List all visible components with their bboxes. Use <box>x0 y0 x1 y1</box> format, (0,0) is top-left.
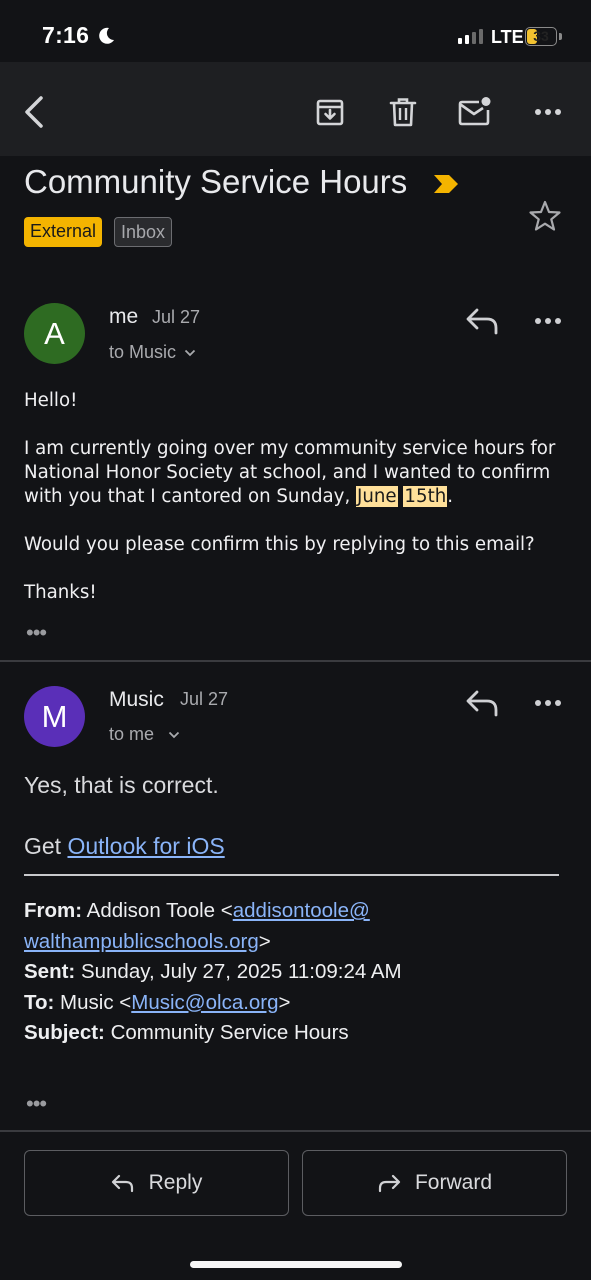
more-options-button[interactable] <box>530 92 566 132</box>
greeting: Hello! <box>24 390 78 411</box>
signal-icon <box>458 29 483 44</box>
moon-icon <box>99 27 114 44</box>
quoted-from: From: Addison Toole <addisontoole@ waltha… <box>24 899 370 953</box>
toolbar <box>0 62 591 156</box>
battery-percent: 33 <box>533 28 549 44</box>
chevron-down-icon <box>184 349 196 356</box>
back-button[interactable] <box>16 92 52 132</box>
recipients-text: to me <box>109 724 155 744</box>
avatar[interactable]: M <box>24 686 85 747</box>
signature: Get Outlook for iOS <box>24 833 225 859</box>
actions-divider <box>0 1130 591 1132</box>
forward-button[interactable]: Forward <box>302 1150 567 1216</box>
battery-tip <box>559 33 562 40</box>
message-divider <box>0 660 591 662</box>
show-trimmed-content[interactable]: ••• <box>26 620 47 646</box>
message-more-icon[interactable] <box>534 317 562 325</box>
label-external: External <box>24 217 103 247</box>
mark-unread-icon <box>458 97 491 126</box>
delete-icon <box>389 98 417 127</box>
quoted-header: From: Addison Toole <addisontoole@ waltha… <box>24 896 564 1049</box>
forward-icon <box>378 1174 401 1193</box>
reply-icon[interactable] <box>465 688 499 718</box>
recipients-toggle[interactable]: to me <box>109 724 180 745</box>
outlook-ios-link[interactable]: Outlook for iOS <box>67 833 224 859</box>
avatar[interactable]: A <box>24 303 85 364</box>
message-body: Hello! I am currently going over my comm… <box>24 389 564 605</box>
delete-button[interactable] <box>385 92 421 132</box>
email-subject: Community Service Hours <box>24 163 408 200</box>
recipients-toggle[interactable]: to Music <box>109 342 196 363</box>
archive-button[interactable] <box>312 92 348 132</box>
highlight-date: 15th <box>403 486 448 507</box>
archive-icon <box>316 99 344 126</box>
show-trimmed-content[interactable]: ••• <box>26 1091 47 1117</box>
closing: Thanks! <box>24 582 97 603</box>
message-date: Jul 27 <box>180 689 229 709</box>
to-email-link[interactable]: Music@olca.org <box>131 991 278 1014</box>
more-icon <box>535 109 561 115</box>
sender-name: me <box>109 305 139 328</box>
importance-marker-icon[interactable] <box>432 173 460 195</box>
home-indicator <box>190 1261 402 1268</box>
body-paragraph: I am currently going over my community s… <box>24 438 556 507</box>
reply-button[interactable]: Reply <box>24 1150 289 1216</box>
reply-icon <box>111 1174 133 1193</box>
label-inbox[interactable]: Inbox <box>114 217 173 247</box>
message-date: Jul 27 <box>152 307 201 327</box>
reply-text: Yes, that is correct. <box>24 772 219 798</box>
chevron-down-icon <box>168 731 180 738</box>
quoted-to: To: Music <Music@olca.org> <box>24 990 291 1014</box>
quote-separator <box>24 874 559 876</box>
message-more-icon[interactable] <box>534 699 562 707</box>
recipients-text: to Music <box>109 342 177 362</box>
sender-name: Music <box>109 688 164 711</box>
status-time: 7:16 <box>42 22 90 48</box>
reply-label: Reply <box>148 1171 203 1194</box>
back-icon <box>25 96 43 128</box>
reply-icon[interactable] <box>465 306 499 336</box>
quoted-sent: Sent: Sunday, July 27, 2025 11:09:24 AM <box>24 960 402 983</box>
highlight-date: June <box>356 486 398 507</box>
star-icon[interactable] <box>528 199 562 233</box>
battery-icon: 33 <box>525 27 557 46</box>
body-paragraph: Would you please confirm this by replyin… <box>24 534 535 555</box>
mark-unread-button[interactable] <box>457 92 493 132</box>
network-type: LTE <box>491 27 524 47</box>
quoted-subject: Subject: Community Service Hours <box>24 1021 349 1044</box>
forward-label: Forward <box>414 1171 493 1194</box>
